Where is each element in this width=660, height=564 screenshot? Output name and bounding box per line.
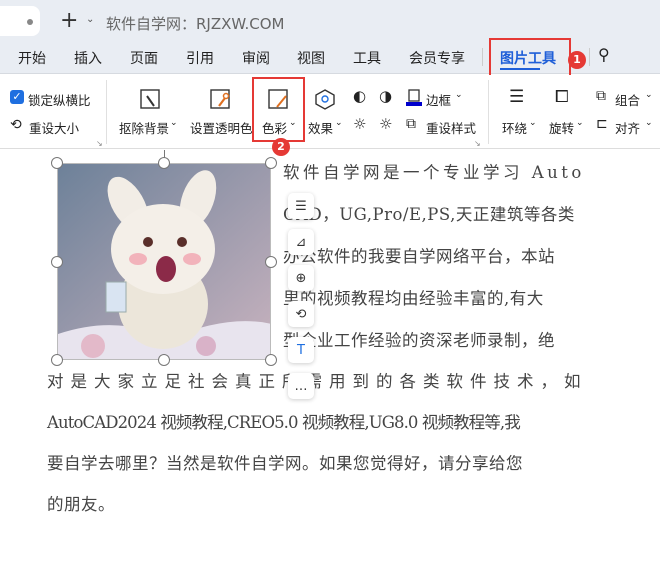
crop-icon[interactable]: ⊿ <box>288 229 314 255</box>
brightness-up-icon[interactable]: ☼ <box>353 115 366 133</box>
highlight-box <box>252 77 305 142</box>
wrap-icon: ☰ <box>509 87 525 107</box>
extract-text-icon[interactable]: T <box>288 337 314 363</box>
paragraph-line: 办公软件的我要自学网络平台，本站 <box>283 247 555 266</box>
paragraph-line: 的朋友。 <box>47 495 115 514</box>
resize-handle[interactable] <box>265 354 277 366</box>
dialog-launcher-icon[interactable]: ↘ <box>96 139 103 148</box>
brightness-down-icon[interactable]: ☼ <box>379 115 392 133</box>
reset-style-icon: ⧉ <box>406 116 416 132</box>
layout-options-icon[interactable]: ☰ <box>288 193 314 219</box>
divider <box>482 48 483 66</box>
group-button[interactable]: 组合 <box>615 90 640 109</box>
menu-insert[interactable]: 插入 <box>74 48 102 68</box>
dialog-launcher-icon[interactable]: ↘ <box>474 139 481 148</box>
search-icon[interactable]: ⚲ <box>598 45 610 64</box>
paragraph-line: 里的视频教程均由经验丰富的,有大 <box>283 289 544 308</box>
lock-ratio-label: 锁定纵横比 <box>28 93 91 108</box>
selected-picture[interactable] <box>57 163 271 360</box>
title-bar: + ⌄ 软件自学网：RJZXW.COM <box>0 0 660 42</box>
resize-handle[interactable] <box>158 157 170 169</box>
rotate-icon[interactable]: ⟲ <box>288 301 314 327</box>
highlight-box <box>489 38 571 80</box>
more-icon[interactable]: … <box>288 373 314 399</box>
effects-button[interactable]: 效果 <box>308 118 333 137</box>
rotate-button[interactable]: 旋转 <box>549 118 574 137</box>
border-button[interactable]: 边框 <box>426 90 451 109</box>
menu-review[interactable]: 审阅 <box>242 48 270 68</box>
effects-icon <box>315 89 335 110</box>
divider <box>589 48 590 66</box>
paragraph-line: 对是大家立足社会真正所需用到的各类软件技术，如 <box>47 372 588 391</box>
menu-tools[interactable]: 工具 <box>353 48 381 68</box>
new-tab-plus-icon[interactable]: + <box>60 8 78 33</box>
resize-handle[interactable] <box>158 354 170 366</box>
contrast-up-icon[interactable]: ◐ <box>353 87 366 105</box>
resize-handle[interactable] <box>51 157 63 169</box>
group-icon: ⧉ <box>596 88 606 104</box>
lock-ratio-checkbox[interactable]: ✓ <box>10 90 24 104</box>
step-badge-1: 1 <box>568 51 586 69</box>
resize-handle[interactable] <box>265 157 277 169</box>
unsaved-dot-icon <box>27 19 33 25</box>
paragraph-line: 软件自学网是一个专业学习 Auto <box>283 163 585 182</box>
window-title: 软件自学网：RJZXW.COM <box>106 15 285 33</box>
reset-size-icon: ⟲ <box>10 117 22 133</box>
border-icon <box>406 89 422 106</box>
document-tab[interactable] <box>0 6 40 36</box>
resize-handle[interactable] <box>265 256 277 268</box>
remove-background-icon <box>140 89 160 109</box>
set-transparent-icon <box>210 89 230 109</box>
paragraph-line: AutoCAD2024 视频教程,CREO5.0 视频教程,UG8.0 视频教程… <box>47 413 521 432</box>
menu-reference[interactable]: 引用 <box>186 48 214 68</box>
paragraph-line: 要自学去哪里？当然是软件自学网。如果您觉得好，请分享给您 <box>47 454 523 473</box>
set-transparent-button[interactable]: 设置透明色 <box>190 118 253 137</box>
align-icon: ⊏ <box>596 116 608 132</box>
menu-view[interactable]: 视图 <box>297 48 325 68</box>
align-button[interactable]: 对齐 <box>615 118 640 137</box>
wrap-button[interactable]: 环绕 <box>502 118 527 137</box>
divider <box>488 80 489 144</box>
remove-background-button[interactable]: 抠除背景 <box>119 118 169 137</box>
chevron-down-icon[interactable]: ⌄ <box>86 14 94 25</box>
zoom-in-icon[interactable]: ⊕ <box>288 265 314 291</box>
contrast-down-icon[interactable]: ◑ <box>379 87 392 105</box>
menu-start[interactable]: 开始 <box>18 48 46 68</box>
menu-page[interactable]: 页面 <box>130 48 158 68</box>
reset-size-button[interactable]: 重设大小 <box>29 118 79 137</box>
rotate-icon: ⧠ <box>555 87 569 107</box>
resize-handle[interactable] <box>51 256 63 268</box>
reset-style-button[interactable]: 重设样式 <box>426 118 476 137</box>
menu-member[interactable]: 会员专享 <box>409 48 465 68</box>
paragraph-line: 型企业工作经验的资深老师录制，绝 <box>283 331 555 350</box>
step-badge-2: 2 <box>272 138 290 156</box>
resize-handle[interactable] <box>51 354 63 366</box>
divider <box>106 80 107 144</box>
paragraph-line: CAD，UG,Pro/E,PS,天正建筑等各类 <box>283 205 575 224</box>
